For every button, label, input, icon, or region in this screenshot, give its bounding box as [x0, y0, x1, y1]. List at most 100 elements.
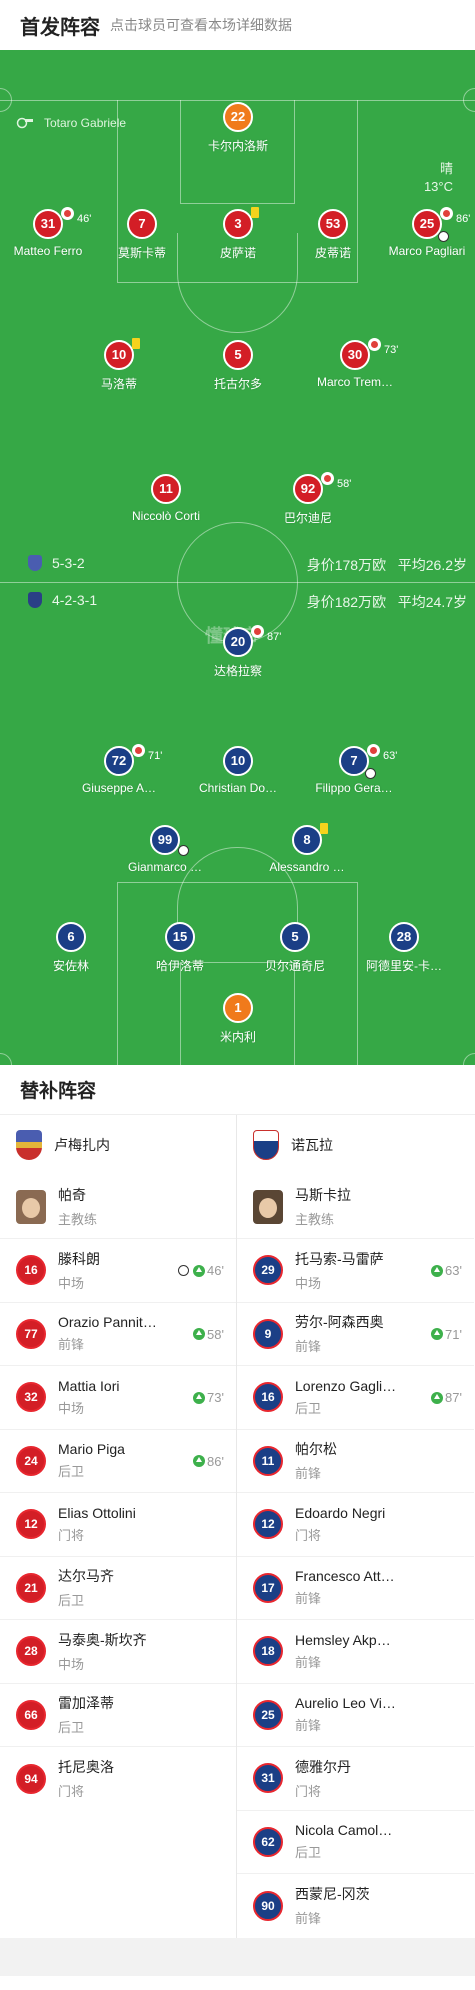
sub-player-row[interactable]: 90 西蒙尼-冈茨 前锋: [237, 1874, 474, 1938]
player-away-gk[interactable]: 1 米内利: [183, 993, 293, 1045]
player-name: 马洛蒂: [100, 377, 137, 391]
player-home[interactable]: 30 73' Marco Trem…: [300, 338, 410, 389]
coach-avatar: [16, 1189, 46, 1224]
sub-player-row[interactable]: 62 Nicola Camol… 后卫: [237, 1811, 474, 1874]
sub-player-row[interactable]: 9 劳尔-阿森西奥 前锋 71': [237, 1303, 474, 1366]
sub-player-row[interactable]: 11 帕尔松 前锋: [237, 1430, 474, 1493]
player-away[interactable]: 15 哈伊洛蒂: [125, 922, 235, 974]
player-home[interactable]: 25 86' Marco Pagliari: [372, 207, 475, 258]
away-team-row[interactable]: 诺瓦拉: [237, 1115, 474, 1175]
player-home[interactable]: 3 皮萨诺: [183, 207, 293, 261]
sub-player-row[interactable]: 25 Aurelio Leo Vi… 前锋: [237, 1684, 474, 1747]
player-home[interactable]: 11 Niccolò Corti: [111, 474, 221, 523]
subs-title: 替补阵容: [0, 1065, 475, 1115]
sub-player-row[interactable]: 77 Orazio Pannit… 前锋 58': [0, 1303, 236, 1366]
player-away[interactable]: 20 87' 达格拉察: [183, 625, 293, 679]
sub-player-row[interactable]: 17 Francesco Att… 前锋: [237, 1557, 474, 1620]
sub-position: 前锋: [58, 1337, 85, 1353]
sub-player-row[interactable]: 16 滕科朗 中场 46': [0, 1239, 236, 1303]
sub-player-row[interactable]: 12 Edoardo Negri 门将: [237, 1493, 474, 1557]
coach-name: 帕奇: [58, 1187, 86, 1203]
sub-player-row[interactable]: 29 托马索-马雷萨 中场 63': [237, 1239, 474, 1303]
sub-position: 后卫: [58, 1464, 85, 1480]
coach-role: 主教练: [295, 1212, 335, 1227]
away-team-name: 诺瓦拉: [291, 1137, 333, 1153]
sub-number: 18: [253, 1636, 283, 1667]
sub-number: 24: [16, 1445, 46, 1476]
player-home-gk[interactable]: 22 卡尔内洛斯: [183, 102, 293, 154]
player-name: 贝尔通奇尼: [264, 959, 325, 973]
home-team-row[interactable]: 卢梅扎内: [0, 1115, 236, 1175]
pitch: Totaro Gabriele 晴 13°C 懂球帝 22 卡尔内洛斯 3146…: [0, 50, 475, 1065]
player-away[interactable]: 5 贝尔通奇尼: [240, 922, 350, 974]
player-away[interactable]: 72 71' Giuseppe A…: [64, 744, 174, 795]
player-home[interactable]: 7 莫斯卡蒂: [87, 209, 197, 261]
sub-player-row[interactable]: 18 Hemsley Akp… 前锋: [237, 1620, 474, 1684]
sub-player-row[interactable]: 66 雷加泽蒂 后卫: [0, 1684, 236, 1747]
sub-player-row[interactable]: 21 达尔马齐 后卫: [0, 1557, 236, 1620]
player-home[interactable]: 92 58' 巴尔迪尼: [253, 472, 363, 526]
sub-time: 87': [267, 631, 282, 643]
sub-player-row[interactable]: 24 Mario Piga 后卫 86': [0, 1430, 236, 1493]
player-away[interactable]: 6 安佐林: [16, 922, 126, 974]
sub-position: 门将: [58, 1784, 85, 1800]
sub-player-row[interactable]: 31 德雅尔丹 门将: [237, 1747, 474, 1811]
goal-ball-icon: [178, 1265, 190, 1276]
sub-off-icon: [251, 625, 264, 638]
sub-name: Hemsley Akp…: [295, 1631, 391, 1648]
sub-player-row[interactable]: 32 Mattia Iori 中场 73': [0, 1366, 236, 1430]
sub-number: 17: [253, 1572, 283, 1603]
sub-number: 11: [253, 1445, 283, 1476]
sub-name: Nicola Camol…: [295, 1822, 393, 1839]
sub-player-row[interactable]: 12 Elias Ottolini 门将: [0, 1493, 236, 1557]
player-name: Gianmarco …: [127, 860, 203, 874]
player-name: 莫斯卡蒂: [117, 246, 166, 260]
sub-off-icon: [132, 744, 145, 757]
sub-number: 12: [253, 1509, 283, 1540]
sub-in-time: 87': [445, 1390, 462, 1405]
sub-number: 21: [16, 1572, 46, 1603]
away-coach-row[interactable]: 马斯卡拉 主教练: [237, 1175, 474, 1239]
player-away[interactable]: 7 63' Filippo Gera…: [299, 744, 409, 795]
sub-number: 12: [16, 1509, 46, 1540]
sub-time: 73': [384, 344, 399, 356]
player-away[interactable]: 28 阿德里安-卡…: [349, 922, 459, 974]
sub-player-row[interactable]: 28 马泰奥-斯坎齐 中场: [0, 1620, 236, 1684]
weather: 晴 13°C: [424, 160, 453, 196]
sub-name: Aurelio Leo Vi…: [295, 1695, 396, 1712]
sub-name: Elias Ottolini: [58, 1504, 136, 1521]
home-coach-row[interactable]: 帕奇 主教练: [0, 1175, 236, 1239]
sub-in-time: 71': [445, 1326, 462, 1342]
player-away[interactable]: 8 Alessandro …: [252, 823, 362, 874]
sub-in-time: 58': [207, 1326, 224, 1342]
corner-bl: [0, 1053, 12, 1065]
subs-section: 卢梅扎内 帕奇 主教练 16 滕科朗 中场 46' 77 Orazio Pannit…: [0, 1115, 475, 1938]
player-away[interactable]: 99 Gianmarco …: [110, 825, 220, 874]
player-number: 11: [151, 474, 181, 504]
sub-in-icon: [193, 1391, 206, 1404]
goal-ball-icon: [365, 768, 376, 779]
sub-number: 9: [253, 1318, 283, 1349]
sub-position: 前锋: [295, 1466, 322, 1482]
sub-off-icon: [440, 207, 453, 220]
player-away[interactable]: 10 Christian Do…: [183, 746, 293, 795]
sub-name: Mattia Iori: [58, 1377, 120, 1394]
lineup-header: 首发阵容 点击球员可查看本场详细数据: [0, 0, 475, 50]
sub-player-row[interactable]: 94 托尼奥洛 门将: [0, 1747, 236, 1811]
sub-off-icon: [61, 207, 74, 220]
sub-player-row[interactable]: 16 Lorenzo Gagli… 后卫 87': [237, 1366, 474, 1430]
sub-position: 中场: [58, 1275, 85, 1291]
player-home[interactable]: 5 托古尔多: [183, 340, 293, 392]
sub-name: 德雅尔丹: [295, 1758, 351, 1775]
away-crest-icon: [253, 1130, 279, 1160]
player-name: Marco Trem…: [316, 375, 393, 389]
sub-time: 86': [456, 213, 471, 225]
sub-position: 后卫: [58, 1593, 85, 1609]
sub-position: 前锋: [295, 1654, 322, 1670]
goal-ball-icon: [178, 845, 189, 856]
sub-number: 29: [253, 1255, 283, 1286]
player-home[interactable]: 10 马洛蒂: [64, 338, 174, 392]
sub-position: 中场: [58, 1656, 85, 1672]
away-formation-text: 4-2-3-1: [52, 592, 98, 608]
player-name: 米内利: [219, 1030, 256, 1044]
